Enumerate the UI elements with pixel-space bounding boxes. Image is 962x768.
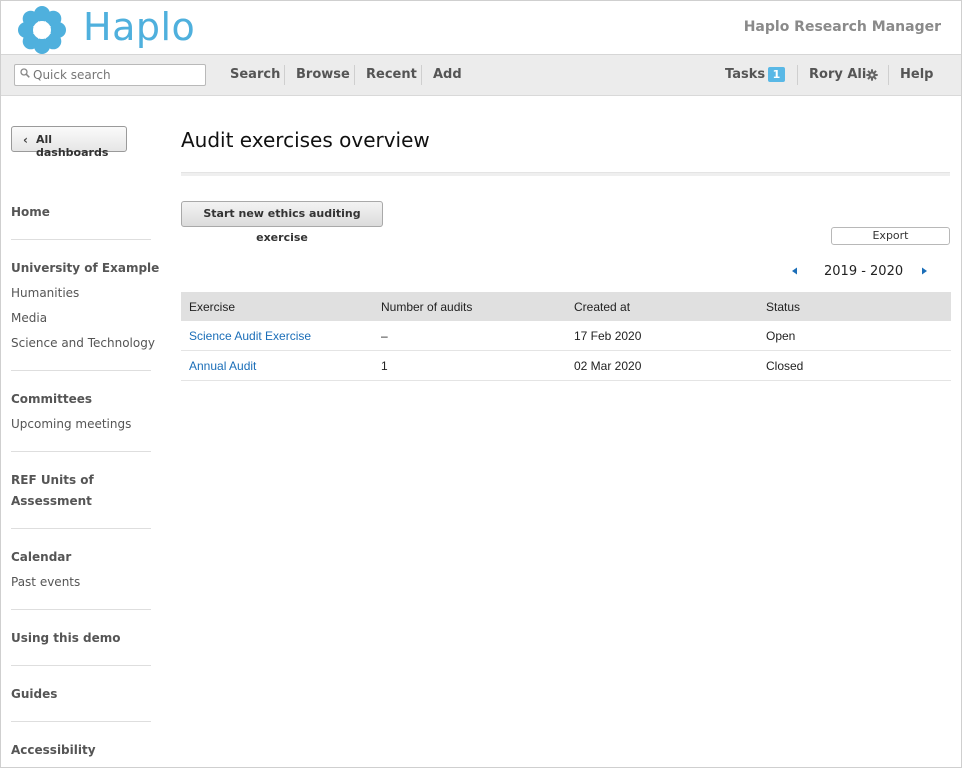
sidebar-item-science-technology[interactable]: Science and Technology	[11, 336, 155, 350]
year-range-label: 2019 - 2020	[824, 264, 904, 279]
toolbar: Search Browse Recent Add Tasks 1 Rory Al…	[1, 55, 961, 96]
app-name: Haplo Research Manager	[743, 19, 941, 35]
page-title: Audit exercises overview	[181, 128, 430, 152]
sidebar-divider	[11, 239, 151, 240]
sidebar-item-past-events[interactable]: Past events	[11, 575, 80, 589]
audits-count-cell: –	[373, 321, 566, 351]
exercise-link[interactable]: Annual Audit	[189, 359, 256, 373]
all-dashboards-label: All dashboards	[36, 133, 109, 159]
nav-divider	[354, 65, 355, 85]
nav-search[interactable]: Search	[230, 67, 280, 82]
status-cell: Open	[758, 321, 951, 351]
triangle-left-icon[interactable]	[790, 266, 800, 276]
start-audit-exercise-button[interactable]: Start new ethics auditing exercise	[181, 201, 383, 244]
tasks-count-badge[interactable]: 1	[768, 67, 785, 82]
title-divider	[181, 172, 950, 176]
sidebar-item-media[interactable]: Media	[11, 311, 47, 325]
audit-exercises-table: Exercise Number of audits Created at Sta…	[181, 292, 951, 381]
sidebar-divider	[11, 721, 151, 722]
sidebar-divider	[11, 370, 151, 371]
sidebar-divider	[11, 609, 151, 610]
haplo-logo-icon[interactable]	[17, 5, 67, 55]
sidebar-item-humanities[interactable]: Humanities	[11, 286, 79, 300]
sidebar-divider	[11, 528, 151, 529]
export-button[interactable]: Export	[831, 227, 950, 245]
audits-count-cell: 1	[373, 350, 566, 381]
quick-search-input[interactable]	[33, 66, 201, 83]
column-header-exercise: Exercise	[181, 292, 373, 321]
status-cell: Closed	[758, 350, 951, 381]
created-at-cell: 02 Mar 2020	[566, 350, 758, 381]
nav-divider	[284, 65, 285, 85]
sidebar-ref-units-line2[interactable]: Assessment	[11, 494, 92, 508]
nav-add[interactable]: Add	[433, 67, 462, 82]
nav-recent[interactable]: Recent	[366, 67, 417, 82]
sidebar-calendar[interactable]: Calendar	[11, 550, 71, 564]
sidebar-ref-units-line1[interactable]: REF Units of	[11, 473, 94, 487]
column-header-created-at: Created at	[566, 292, 758, 321]
browser-frame	[0, 0, 962, 768]
created-at-cell: 17 Feb 2020	[566, 321, 758, 351]
nav-divider	[888, 65, 889, 85]
all-dashboards-button[interactable]: ‹ All dashboards	[11, 126, 127, 159]
nav-divider	[421, 65, 422, 85]
column-header-status: Status	[758, 292, 951, 321]
exercise-cell: Science Audit Exercise	[181, 321, 373, 351]
help-link[interactable]: Help	[900, 67, 933, 82]
search-icon	[20, 68, 30, 78]
sidebar-home[interactable]: Home	[11, 205, 50, 219]
gear-icon[interactable]	[866, 69, 878, 81]
quick-search-box[interactable]	[14, 64, 206, 86]
column-header-number-of-audits: Number of audits	[373, 292, 566, 321]
chevron-left-icon: ‹	[23, 133, 28, 147]
sidebar-divider	[11, 451, 151, 452]
sidebar-committees[interactable]: Committees	[11, 392, 92, 406]
exercise-cell: Annual Audit	[181, 350, 373, 381]
sidebar-divider	[11, 665, 151, 666]
nav-browse[interactable]: Browse	[296, 67, 350, 82]
table-row: Science Audit Exercise – 17 Feb 2020 Ope…	[181, 321, 951, 351]
sidebar-item-upcoming-meetings[interactable]: Upcoming meetings	[11, 417, 131, 431]
nav-divider	[797, 65, 798, 85]
logo-text[interactable]: Haplo	[83, 5, 195, 49]
app-header: Haplo Haplo Research Manager	[1, 1, 961, 55]
triangle-right-icon[interactable]	[919, 266, 929, 276]
table-header-row: Exercise Number of audits Created at Sta…	[181, 292, 951, 321]
sidebar-accessibility[interactable]: Accessibility	[11, 743, 96, 757]
table-row: Annual Audit 1 02 Mar 2020 Closed	[181, 350, 951, 381]
sidebar-university[interactable]: University of Example	[11, 261, 159, 275]
exercise-link[interactable]: Science Audit Exercise	[189, 329, 311, 343]
user-menu[interactable]: Rory Ali	[809, 67, 866, 82]
sidebar-using-demo[interactable]: Using this demo	[11, 631, 121, 645]
tasks-link[interactable]: Tasks	[725, 67, 765, 82]
sidebar-guides[interactable]: Guides	[11, 687, 57, 701]
